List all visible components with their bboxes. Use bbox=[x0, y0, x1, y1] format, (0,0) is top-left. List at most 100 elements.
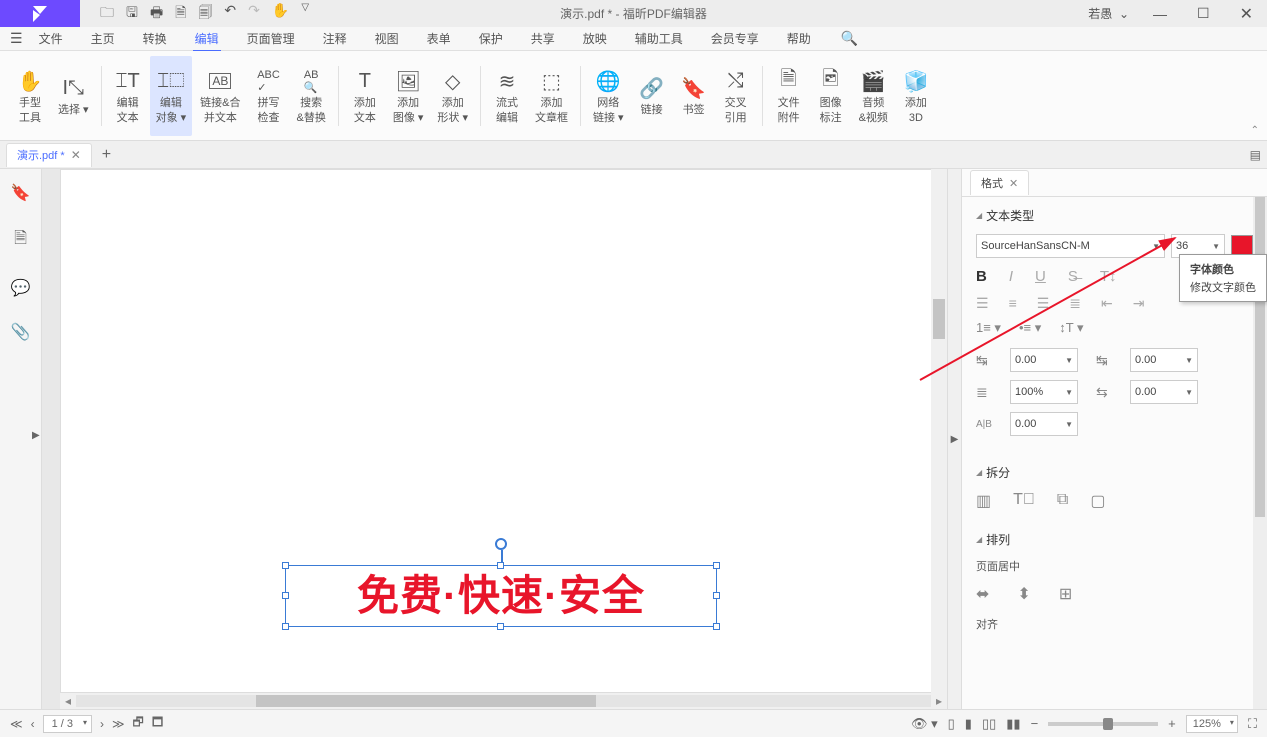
bulleted-list-icon[interactable]: •≡ ▾ bbox=[1019, 320, 1041, 336]
ribbon-find-replace[interactable]: AB🔍搜索 &替换 bbox=[291, 56, 332, 136]
numbered-list-icon[interactable]: 1≡ ▾ bbox=[976, 320, 1001, 336]
center-both-icon[interactable]: ⊞ bbox=[1059, 584, 1072, 604]
menu-page[interactable]: 页面管理 bbox=[245, 26, 297, 51]
nav-icon-2[interactable]: 🗖 bbox=[152, 713, 163, 734]
view-eye-icon[interactable]: 👁 ▾ bbox=[911, 716, 938, 732]
close-button[interactable]: ✕ bbox=[1234, 4, 1259, 24]
ribbon-add-image[interactable]: 🖼添加 图像 ▾ bbox=[387, 56, 430, 136]
section-text-type[interactable]: 文本类型 bbox=[976, 207, 1253, 224]
resize-handle[interactable] bbox=[713, 562, 720, 569]
comments-icon[interactable]: 💬 bbox=[11, 278, 31, 298]
italic-button[interactable]: I bbox=[1009, 268, 1013, 285]
align-left-icon[interactable]: ☰ bbox=[976, 295, 989, 312]
menu-home[interactable]: 主页 bbox=[89, 26, 117, 51]
prev-page-button[interactable]: ‹ bbox=[31, 717, 35, 731]
bookmarks-icon[interactable]: 🔖 bbox=[11, 183, 31, 203]
document-tab[interactable]: 演示.pdf * ✕ bbox=[6, 143, 92, 167]
split-vertical-icon[interactable]: ▥ bbox=[976, 491, 991, 511]
ribbon-link-merge[interactable]: AB链接&合 并文本 bbox=[194, 56, 246, 136]
zoom-slider[interactable] bbox=[1048, 722, 1158, 726]
print-icon[interactable]: 🖶 bbox=[150, 2, 163, 26]
ribbon-web-link[interactable]: 🌐网络 链接 ▾ bbox=[587, 56, 630, 136]
menu-tools[interactable]: 辅助工具 bbox=[633, 26, 685, 51]
new-tab-button[interactable]: + bbox=[102, 146, 111, 164]
panel-tab-format[interactable]: 格式✕ bbox=[970, 170, 1029, 195]
pages-icon[interactable]: 🗎 bbox=[14, 227, 27, 254]
font-family-select[interactable]: SourceHanSansCN-M▼ bbox=[976, 234, 1165, 258]
ribbon-audio-video[interactable]: 🎬音频 &视频 bbox=[853, 56, 894, 136]
menu-help[interactable]: 帮助 bbox=[785, 26, 813, 51]
doc-icon[interactable]: 🗎 bbox=[175, 2, 186, 26]
menu-view[interactable]: 视图 bbox=[373, 26, 401, 51]
bold-button[interactable]: B bbox=[976, 268, 987, 285]
ribbon-attachment[interactable]: 🗎文件 附件 bbox=[769, 56, 809, 136]
center-horizontal-icon[interactable]: ⬌ bbox=[976, 584, 989, 604]
left-expand-icon[interactable]: ▶ bbox=[32, 430, 40, 441]
rotate-handle[interactable] bbox=[495, 538, 507, 550]
hand-icon[interactable]: ✋ bbox=[272, 2, 289, 26]
vertical-scrollbar[interactable] bbox=[931, 169, 947, 693]
ribbon-bookmark[interactable]: 🔖书签 bbox=[674, 56, 714, 136]
ribbon-link[interactable]: 🔗链接 bbox=[632, 56, 672, 136]
horizontal-scrollbar[interactable]: ◂▸ bbox=[60, 693, 947, 709]
selected-textbox[interactable]: 免费·快速·安全 bbox=[285, 565, 717, 627]
pdf-page[interactable]: 免费·快速·安全 bbox=[61, 170, 946, 692]
ribbon-3d[interactable]: 🧊添加 3D bbox=[896, 56, 936, 136]
indent-decrease-icon[interactable]: ⇤ bbox=[1101, 295, 1113, 312]
next-page-button[interactable]: › bbox=[100, 717, 104, 731]
menu-burger-icon[interactable]: ☰ bbox=[10, 30, 23, 47]
indent-increase-icon[interactable]: ⇥ bbox=[1133, 295, 1145, 312]
menu-share[interactable]: 共享 bbox=[529, 26, 557, 51]
resize-handle[interactable] bbox=[497, 623, 504, 630]
char-spacing-input[interactable]: 0.00▼ bbox=[1130, 380, 1198, 404]
export-icon[interactable]: 🗐 bbox=[198, 2, 212, 26]
nav-icon-1[interactable]: 🗗 bbox=[133, 713, 144, 734]
attachments-icon[interactable]: 📎 bbox=[11, 322, 31, 342]
resize-handle[interactable] bbox=[282, 623, 289, 630]
ribbon-edit-text[interactable]: ⌶T编辑 文本 bbox=[108, 56, 148, 136]
resize-handle[interactable] bbox=[282, 562, 289, 569]
search-icon[interactable]: 🔍 bbox=[841, 30, 858, 47]
menu-protect[interactable]: 保护 bbox=[477, 26, 505, 51]
maximize-button[interactable]: ☐ bbox=[1191, 5, 1216, 22]
resize-handle[interactable] bbox=[713, 623, 720, 630]
menu-file[interactable]: 文件 bbox=[37, 26, 65, 51]
ribbon-flow-edit[interactable]: ≋流式 编辑 bbox=[487, 56, 527, 136]
indent-right-input[interactable]: 0.00▼ bbox=[1130, 348, 1198, 372]
align-justify-icon[interactable]: ≣ bbox=[1069, 295, 1081, 312]
menu-edit[interactable]: 编辑 bbox=[193, 26, 221, 51]
save-icon[interactable]: 🖫 bbox=[126, 2, 138, 26]
ribbon-collapse-icon[interactable]: ⌃ bbox=[1251, 125, 1259, 136]
textbox-content[interactable]: 免费·快速·安全 bbox=[286, 566, 716, 626]
ribbon-spellcheck[interactable]: ABC✓拼写 检查 bbox=[249, 56, 289, 136]
user-name[interactable]: 若愚 ⌄ bbox=[1088, 5, 1129, 22]
tab-close-icon[interactable]: ✕ bbox=[71, 148, 81, 162]
menu-convert[interactable]: 转换 bbox=[141, 26, 169, 51]
resize-handle[interactable] bbox=[282, 592, 289, 599]
ribbon-hand-tool[interactable]: ✋手型 工具 bbox=[10, 56, 50, 136]
ribbon-add-text[interactable]: T添加 文本 bbox=[345, 56, 385, 136]
zoom-in-button[interactable]: + bbox=[1168, 716, 1176, 731]
page-input[interactable]: 1 / 3 bbox=[43, 715, 92, 733]
section-split[interactable]: 拆分 bbox=[976, 464, 1253, 481]
indent-left-input[interactable]: 0.00▼ bbox=[1010, 348, 1078, 372]
menu-comment[interactable]: 注释 bbox=[321, 26, 349, 51]
ribbon-select[interactable]: I⤡选择 ▾ bbox=[52, 56, 95, 136]
merge-icon[interactable]: ⧉ bbox=[1057, 491, 1068, 511]
menu-play[interactable]: 放映 bbox=[581, 26, 609, 51]
ribbon-edit-object[interactable]: ⌶⬚编辑 对象 ▾ bbox=[150, 56, 193, 136]
panel-tab-close-icon[interactable]: ✕ bbox=[1009, 178, 1018, 190]
view-facing-icon[interactable]: ▯▯ bbox=[982, 716, 996, 732]
zoom-input[interactable]: 125% bbox=[1186, 715, 1238, 733]
first-page-button[interactable]: ≪ bbox=[10, 717, 23, 731]
view-continuous-icon[interactable]: ▮ bbox=[965, 716, 972, 732]
menu-form[interactable]: 表单 bbox=[425, 26, 453, 51]
menu-vip[interactable]: 会员专享 bbox=[709, 26, 761, 51]
section-arrange[interactable]: 排列 bbox=[976, 531, 1253, 548]
align-right-icon[interactable]: ☰ bbox=[1037, 295, 1050, 312]
ribbon-add-shape[interactable]: ◇添加 形状 ▾ bbox=[431, 56, 474, 136]
case-button[interactable]: T↕ bbox=[1100, 268, 1117, 285]
underline-button[interactable]: U bbox=[1035, 268, 1046, 285]
view-facing-cont-icon[interactable]: ▮▮ bbox=[1006, 716, 1020, 732]
zoom-out-button[interactable]: − bbox=[1031, 716, 1039, 731]
